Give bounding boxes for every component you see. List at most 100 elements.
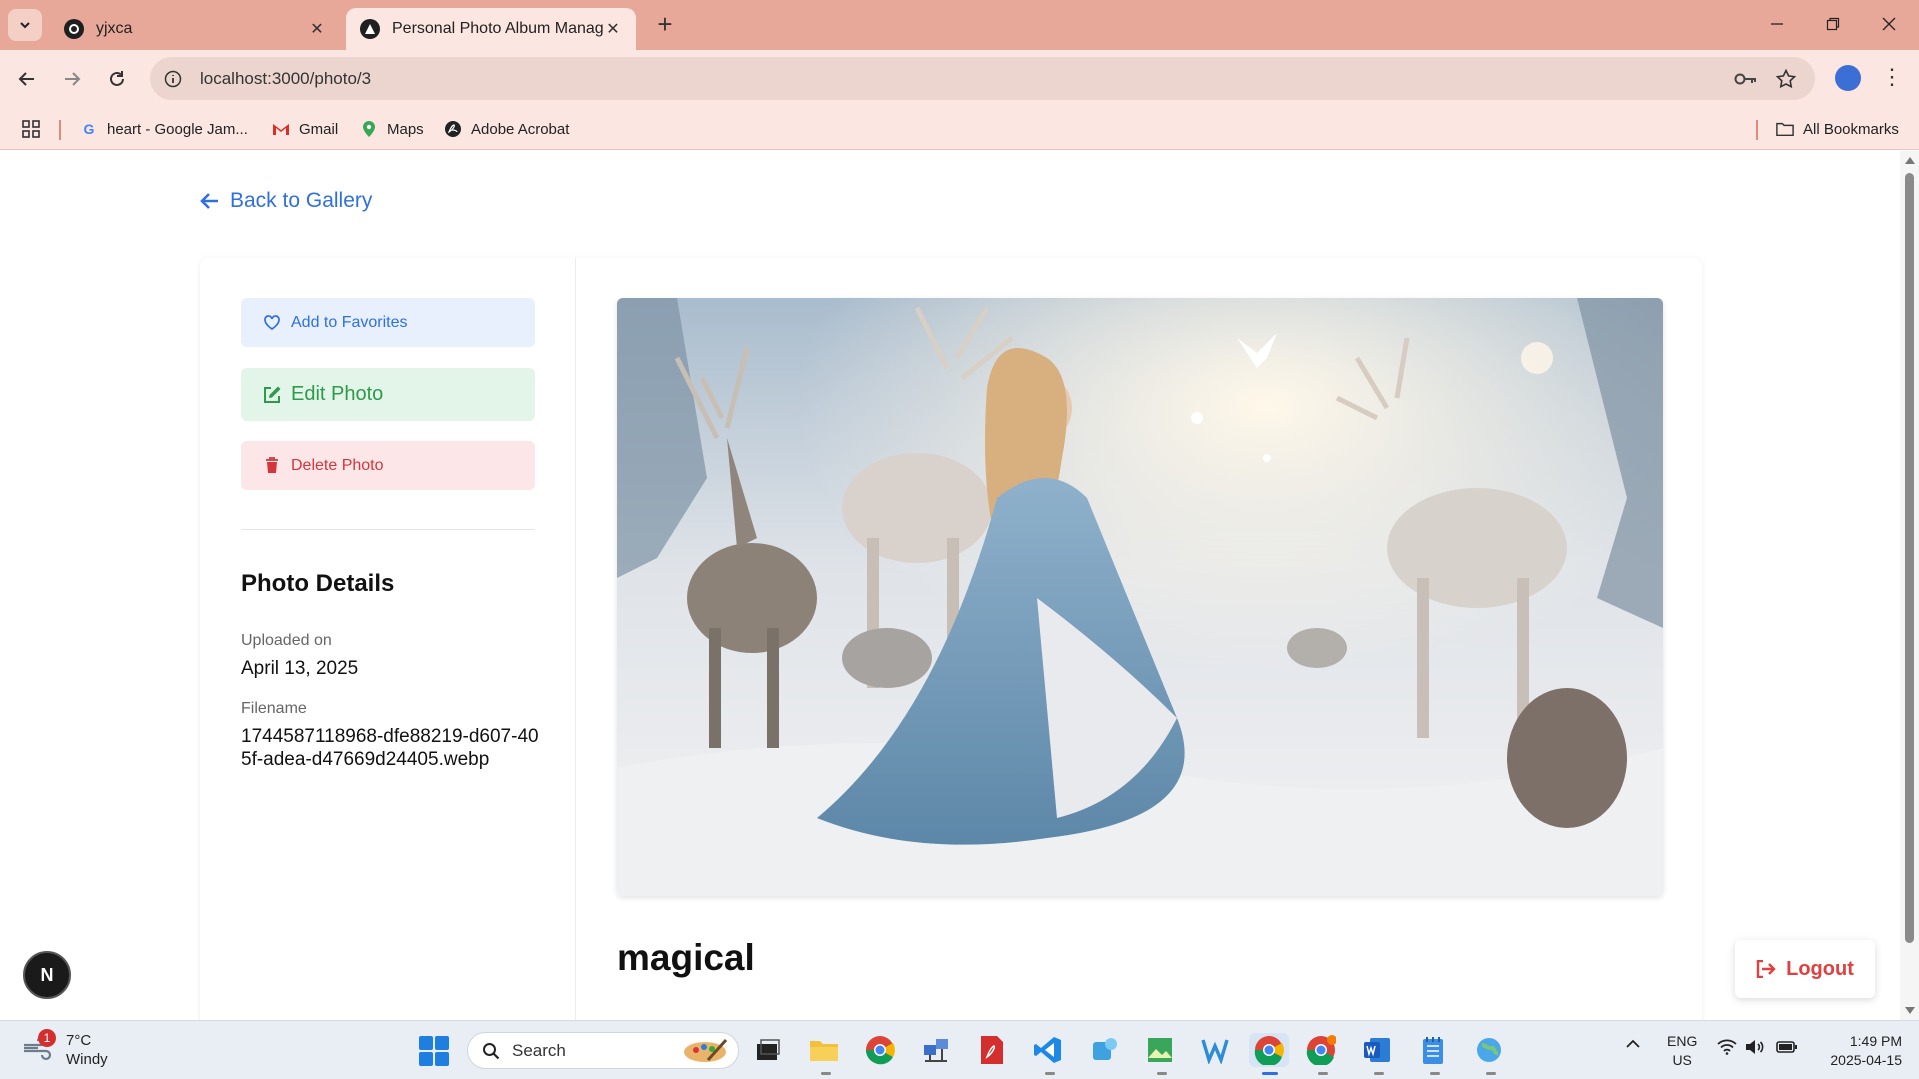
tab-title: yjxca [96, 20, 133, 37]
show-hidden-icons-chevron[interactable] [1625, 1037, 1641, 1053]
chrome-profile-icon[interactable] [1304, 1033, 1338, 1067]
taskbar-search[interactable]: Search [467, 1032, 739, 1069]
language-line1: ENG [1667, 1033, 1698, 1049]
profile-avatar[interactable] [1835, 65, 1861, 91]
bookmark-label: heart - Google Jam... [107, 120, 248, 138]
all-bookmarks-button[interactable]: All Bookmarks [1776, 117, 1899, 141]
chevron-down-icon [20, 22, 30, 29]
search-icon [482, 1042, 500, 1060]
password-key-icon[interactable] [1734, 67, 1758, 91]
gmail-icon [272, 120, 290, 138]
minimize-button[interactable] [1749, 8, 1805, 40]
palette-icon [682, 1038, 728, 1064]
tab-photo-album[interactable]: Personal Photo Album Manager ✕ [346, 8, 636, 50]
file-explorer-icon[interactable] [807, 1033, 841, 1067]
scroll-thumb[interactable] [1905, 173, 1914, 943]
word-icon[interactable] [1360, 1033, 1394, 1067]
favorites-label: Add to Favorites [291, 313, 408, 331]
new-tab-button[interactable]: + [650, 10, 680, 40]
azure-app-icon[interactable] [1087, 1033, 1121, 1067]
battery-icon[interactable] [1776, 1040, 1798, 1057]
windows-taskbar: 1 7°C Windy Search ENG US 1:49 PM 2025-0… [0, 1020, 1919, 1079]
tab-search-button[interactable] [8, 9, 42, 41]
close-tab-icon[interactable]: ✕ [604, 19, 622, 39]
tab-github[interactable]: yjxca ✕ [50, 8, 340, 50]
all-bookmarks-label: All Bookmarks [1803, 120, 1899, 138]
volume-icon[interactable] [1745, 1039, 1765, 1058]
scroll-down-arrow[interactable] [1905, 1007, 1915, 1014]
weather-widget[interactable]: 1 7°C Windy [22, 1029, 108, 1069]
running-indicator [1045, 1072, 1055, 1075]
taskbar-clock[interactable]: 1:49 PM 2025-04-15 [1816, 1032, 1902, 1070]
photo-details-heading: Photo Details [241, 570, 395, 597]
start-button[interactable] [419, 1036, 449, 1066]
site-info-icon[interactable] [164, 70, 182, 88]
logout-label: Logout [1786, 957, 1854, 980]
trash-icon [261, 457, 283, 474]
logout-button[interactable]: Logout [1735, 940, 1875, 998]
globe-app-icon[interactable] [1472, 1033, 1506, 1067]
close-tab-icon[interactable]: ✕ [308, 19, 326, 39]
bookmark-star-icon[interactable] [1774, 67, 1798, 91]
browser-tab-strip: yjxca ✕ Personal Photo Album Manager ✕ + [0, 0, 1919, 50]
edit-icon [261, 385, 283, 405]
app-icon [360, 19, 380, 39]
back-to-gallery-link[interactable]: Back to Gallery [200, 189, 372, 213]
restore-icon [1826, 17, 1840, 31]
folder-icon [1776, 120, 1794, 138]
photo-illustration [617, 298, 1663, 896]
nextjs-dev-badge[interactable]: N [23, 951, 71, 999]
running-indicator [821, 1072, 831, 1075]
minimize-icon [1771, 23, 1783, 25]
bookmark-maps[interactable]: Maps [360, 117, 424, 141]
add-to-favorites-button[interactable]: Add to Favorites [241, 298, 535, 347]
chrome-icon[interactable] [863, 1033, 897, 1067]
running-indicator [1318, 1072, 1328, 1075]
browser-toolbar: localhost:3000/photo/3 ⋮ [0, 50, 1919, 107]
clock-date: 2025-04-15 [1830, 1052, 1902, 1068]
acrobat-icon [444, 120, 462, 138]
browser-menu-icon[interactable]: ⋮ [1880, 64, 1904, 94]
page-scrollbar[interactable] [1900, 151, 1919, 1020]
photo-image[interactable] [617, 298, 1663, 896]
scroll-up-arrow[interactable] [1905, 157, 1915, 164]
bookmark-google-jam[interactable]: G heart - Google Jam... [80, 117, 248, 141]
bookmark-gmail[interactable]: Gmail [272, 117, 338, 141]
edit-photo-button[interactable]: Edit Photo [241, 368, 535, 421]
restore-button[interactable] [1805, 8, 1861, 40]
wifi-icon[interactable] [1717, 1039, 1737, 1058]
bookmark-label: Gmail [299, 120, 339, 138]
apps-grid-icon[interactable] [22, 117, 40, 141]
pdf-reader-icon[interactable] [975, 1033, 1009, 1067]
vs-app-icon[interactable] [1199, 1033, 1233, 1067]
close-window-button[interactable] [1861, 8, 1917, 40]
sidebar-divider [241, 529, 535, 530]
vscode-icon[interactable] [1031, 1033, 1065, 1067]
bookmarks-bar: G heart - Google Jam... Gmail Maps Adobe… [0, 107, 1919, 150]
sign-out-icon [1756, 960, 1776, 978]
running-indicator [1486, 1072, 1496, 1075]
photo-main: magical [576, 258, 1702, 1020]
back-button[interactable] [12, 64, 42, 94]
address-bar[interactable]: localhost:3000/photo/3 [150, 57, 1815, 100]
taskbar-search-placeholder: Search [512, 1040, 566, 1060]
bookmark-adobe-acrobat[interactable]: Adobe Acrobat [444, 117, 569, 141]
page-content: Back to Gallery Add to Favorites Edit Ph… [0, 151, 1900, 1020]
network-app-icon[interactable] [919, 1033, 953, 1067]
reload-button[interactable] [102, 64, 132, 94]
uploaded-on-label: Uploaded on [241, 632, 332, 649]
running-indicator [1430, 1072, 1440, 1075]
notepad-icon[interactable] [1416, 1033, 1450, 1067]
arrow-left-icon [18, 72, 34, 86]
forward-button[interactable] [57, 64, 87, 94]
language-indicator[interactable]: ENG US [1667, 1032, 1697, 1070]
chrome-active-icon[interactable] [1249, 1033, 1289, 1067]
task-view-icon[interactable] [751, 1033, 785, 1067]
bookmark-label: Adobe Acrobat [471, 120, 570, 138]
image-editor-icon[interactable] [1143, 1033, 1177, 1067]
filename-value: 1744587118968-dfe88219-d607-405f-adea-d4… [241, 726, 539, 770]
delete-photo-button[interactable]: Delete Photo [241, 441, 535, 490]
bookmarks-separator [1756, 120, 1758, 140]
wind-icon: 1 [22, 1029, 56, 1065]
url-text[interactable]: localhost:3000/photo/3 [200, 69, 371, 89]
